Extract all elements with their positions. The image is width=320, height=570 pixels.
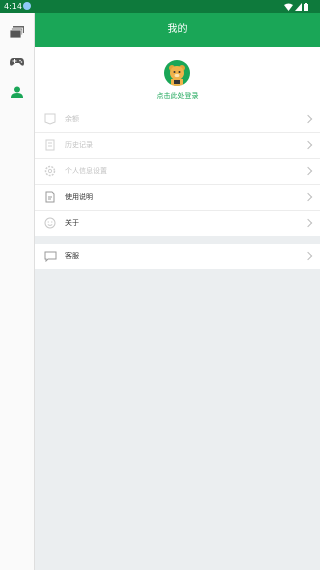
menu-item-label: 余额 — [65, 115, 79, 123]
chat-icon — [43, 249, 57, 263]
gamepad-icon[interactable] — [8, 53, 26, 71]
status-bar: 4:14 — [0, 0, 320, 13]
menu-item-label: 个人信息设置 — [65, 167, 107, 175]
status-time: 4:14 — [4, 2, 22, 11]
chevron-right-icon — [303, 251, 313, 261]
status-icons — [284, 2, 308, 11]
menu-item-instructions[interactable]: 使用说明 — [35, 185, 320, 211]
menu-item-about[interactable]: 关于 — [35, 211, 320, 236]
document-icon — [43, 190, 57, 204]
menu-item-label: 客服 — [65, 252, 79, 260]
menu-item-balance[interactable]: 余额 — [35, 107, 320, 133]
bear-mascot-icon — [169, 65, 185, 86]
chevron-right-icon — [303, 140, 313, 150]
history-icon — [43, 138, 57, 152]
sidebar — [0, 13, 35, 570]
chevron-right-icon — [303, 192, 313, 202]
signal-icon — [295, 2, 302, 11]
menu-item-label: 历史记录 — [65, 141, 93, 149]
profile-section: 点击此处登录 — [35, 47, 320, 107]
menu-item-customer-service[interactable]: 客服 — [35, 244, 320, 269]
chevron-right-icon — [303, 114, 313, 124]
menu-item-label: 使用说明 — [65, 193, 93, 201]
app-header: 我的 — [35, 13, 320, 47]
smile-icon — [43, 216, 57, 230]
chevron-right-icon — [303, 218, 313, 228]
menu-item-label: 关于 — [65, 219, 79, 227]
settings-icon — [43, 164, 57, 178]
menu-item-history[interactable]: 历史记录 — [35, 133, 320, 159]
avatar[interactable] — [164, 60, 190, 86]
login-link[interactable]: 点击此处登录 — [35, 91, 320, 101]
notification-icon — [23, 2, 31, 10]
page-title: 我的 — [167, 24, 188, 35]
battery-icon — [304, 2, 308, 11]
chevron-right-icon — [303, 166, 313, 176]
menu-item-profile-settings[interactable]: 个人信息设置 — [35, 159, 320, 185]
wifi-icon — [284, 3, 293, 11]
support-list: 客服 — [35, 244, 320, 269]
menu-list: 余额 历史记录 个人信息设置 使用说明 关于 — [35, 107, 320, 236]
books-icon[interactable] — [8, 23, 26, 41]
user-icon[interactable] — [8, 83, 26, 101]
wallet-icon — [43, 112, 57, 126]
